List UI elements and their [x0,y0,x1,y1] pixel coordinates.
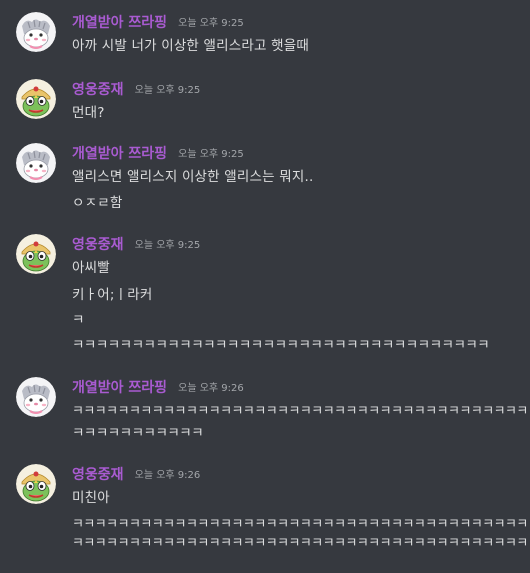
message-text: 미친아 [72,490,110,506]
timestamp: 오늘 오후 9:25 [178,149,244,160]
hamster-avatar-icon[interactable] [16,12,56,52]
frog-avatar-icon[interactable] [16,234,56,274]
timestamp: 오늘 오후 9:26 [178,383,244,394]
username[interactable]: 개열받아 쯔라핑 [72,15,167,31]
timestamp: 오늘 오후 9:25 [134,240,201,251]
message-text: ㅋㅋㅋㅋㅋㅋㅋㅋㅋㅋㅋ [72,425,204,441]
username[interactable]: 개열받아 쯔라핑 [72,380,167,396]
message-text: 아씨빨 [72,260,110,276]
message-header: 개열받아 쯔라핑 오늘 오후 9:25 [72,12,244,32]
frog-avatar-icon[interactable] [16,464,56,504]
message-text: 키ㅏ어;ㅣ라커 [72,287,153,303]
message-text: ㅇㅈㄹ함 [72,195,123,211]
message-text: ㅋㅋㅋㅋㅋㅋㅋㅋㅋㅋㅋㅋㅋㅋㅋㅋㅋㅋㅋㅋㅋㅋㅋㅋㅋㅋㅋㅋㅋㅋㅋㅋㅋㅋㅋㅋㅋㅋㅋㅋ [72,403,528,419]
message-text: ㅋㅋㅋㅋㅋㅋㅋㅋㅋㅋㅋㅋㅋㅋㅋㅋㅋㅋㅋㅋㅋㅋㅋㅋㅋㅋㅋㅋㅋㅋㅋㅋㅋㅋㅋㅋㅋㅋㅋㅋ [72,516,528,532]
message-header: 영웅중재 오늘 오후 9:25 [72,234,200,254]
message-header: 영웅중재 오늘 오후 9:25 [72,79,200,99]
username[interactable]: 개열받아 쯔라핑 [72,146,167,162]
hamster-avatar-icon[interactable] [16,143,56,183]
hamster-avatar-icon[interactable] [16,377,56,417]
message-text: 먼대? [72,105,105,121]
timestamp: 오늘 오후 9:25 [178,18,244,29]
username[interactable]: 영웅중재 [72,467,124,483]
message-text: 앨리스면 앨리스지 이상한 앨리스는 뭐지.. [72,169,314,185]
message-text: ㅋㅋㅋㅋㅋㅋㅋㅋㅋㅋㅋㅋㅋㅋㅋㅋㅋㅋㅋㅋㅋㅋㅋㅋㅋㅋㅋㅋㅋㅋㅋㅋㅋㅋㅋ [72,337,490,353]
message-header: 개열받아 쯔라핑 오늘 오후 9:26 [72,377,244,397]
message-text: ㅋ [72,312,85,328]
username[interactable]: 영웅중재 [72,82,124,98]
message-header: 영웅중재 오늘 오후 9:26 [72,464,200,484]
message-text: ㅋㅋㅋㅋㅋㅋㅋㅋㅋㅋㅋㅋㅋㅋㅋㅋㅋㅋㅋㅋㅋㅋㅋㅋㅋㅋㅋㅋㅋㅋㅋㅋㅋㅋㅋㅋㅋㅋㅋㅋ [72,535,528,551]
username[interactable]: 영웅중재 [72,237,124,253]
timestamp: 오늘 오후 9:26 [134,470,201,481]
timestamp: 오늘 오후 9:25 [134,85,201,96]
message-header: 개열받아 쯔라핑 오늘 오후 9:25 [72,143,244,163]
chat-message-list: 개열받아 쯔라핑 오늘 오후 9:25 아까 시발 너가 이상한 앨리스라고 햇… [0,0,530,573]
message-text: 아까 시발 너가 이상한 앨리스라고 햇을때 [72,38,309,54]
frog-avatar-icon[interactable] [16,79,56,119]
